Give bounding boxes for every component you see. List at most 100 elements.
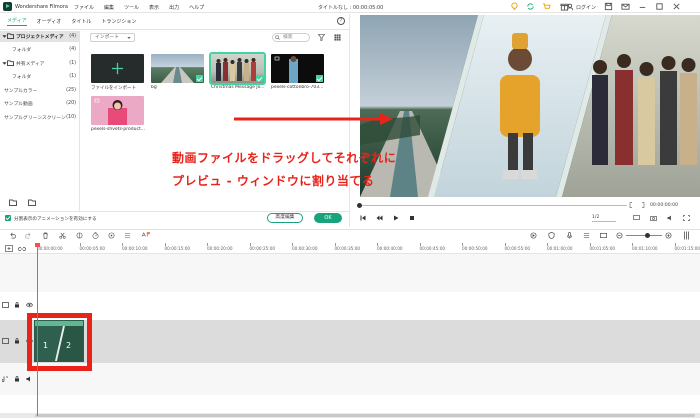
sidebar-item-sample-videos[interactable]: サンプル動画 (20) xyxy=(0,98,80,109)
sidebar-item-shared-media[interactable]: 共有メディア (1) xyxy=(0,58,80,69)
menu-export[interactable]: 出力 xyxy=(169,4,179,11)
adjust-icon[interactable] xyxy=(124,232,131,239)
minimize-icon[interactable] xyxy=(638,2,647,11)
sync-icon[interactable] xyxy=(526,2,535,11)
render-icon[interactable] xyxy=(530,232,537,239)
media-label: bg xyxy=(151,85,157,90)
import-media-tile[interactable] xyxy=(91,54,144,83)
filter-icon[interactable] xyxy=(318,34,325,41)
ruler-tick-label: 00:01:00:00 xyxy=(547,246,573,251)
zoom-slider[interactable] xyxy=(626,235,662,236)
bracket-left-icon[interactable] xyxy=(628,202,634,208)
media-label: ファイルをインポート xyxy=(91,86,136,91)
close-icon[interactable] xyxy=(672,2,681,11)
menu-help[interactable]: ヘルプ xyxy=(189,4,204,11)
ruler-tick-label: 00:00:55:00 xyxy=(504,246,531,251)
speed-icon[interactable] xyxy=(92,232,99,239)
media-thumb-shvets[interactable] xyxy=(91,96,144,125)
prev-frame-icon[interactable] xyxy=(360,215,366,221)
eye-icon[interactable] xyxy=(26,302,33,308)
import-label: インポート xyxy=(95,35,119,40)
audio-track-1[interactable] xyxy=(0,363,700,395)
grid-view-icon[interactable] xyxy=(334,34,341,41)
zoom-slider-handle[interactable] xyxy=(645,233,650,238)
volume-icon[interactable] xyxy=(667,215,674,221)
stop-icon[interactable] xyxy=(409,215,415,221)
lock-icon[interactable] xyxy=(14,302,20,308)
speaker-icon[interactable] xyxy=(26,376,33,382)
lock-icon[interactable] xyxy=(14,376,20,382)
playhead-handle[interactable] xyxy=(35,243,40,247)
folder-icon xyxy=(7,33,14,39)
tab-transitions[interactable]: トランジション xyxy=(101,18,136,25)
list-icon[interactable] xyxy=(583,232,590,239)
menu-tools[interactable]: ツール xyxy=(124,4,139,11)
tab-titles[interactable]: タイトル xyxy=(71,18,91,25)
maximize-icon[interactable] xyxy=(655,2,664,11)
ruler-tick-label: 00:00:45:00 xyxy=(419,246,446,251)
column-icon[interactable] xyxy=(683,231,690,240)
fullscreen-icon[interactable] xyxy=(683,215,690,221)
sidebar-item-project-media[interactable]: プロジェクトメディア (4) xyxy=(0,31,80,42)
link-icon[interactable] xyxy=(18,245,26,252)
media-thumb-christmas[interactable] xyxy=(209,52,266,85)
sidebar-item-sample-greenscreen[interactable]: サンプルグリーンスクリーン (10) xyxy=(0,112,80,123)
video-track-icon xyxy=(2,338,9,344)
timeline-scrollbar-thumb[interactable] xyxy=(35,414,695,417)
bracket-right-icon[interactable] xyxy=(640,202,646,208)
cut-icon[interactable] xyxy=(59,232,66,239)
video-track-2[interactable] xyxy=(0,254,700,292)
media-icon[interactable] xyxy=(600,232,607,239)
ruler-tick-mark xyxy=(589,243,591,246)
ok-button[interactable]: OK xyxy=(314,213,342,223)
video-track-2-header xyxy=(0,292,700,320)
shield-icon[interactable] xyxy=(548,232,555,239)
zoom-out-icon[interactable] xyxy=(616,232,623,239)
video-track-1[interactable] xyxy=(0,320,700,363)
folder-icon[interactable] xyxy=(28,199,36,206)
color-icon[interactable] xyxy=(76,232,83,239)
redo-icon[interactable] xyxy=(25,232,32,239)
new-folder-icon[interactable] xyxy=(9,199,17,206)
preview-seek-bar[interactable] xyxy=(359,205,627,206)
zoom-in-icon[interactable] xyxy=(665,232,672,239)
lock-icon[interactable] xyxy=(14,338,20,344)
seek-handle[interactable] xyxy=(357,203,362,208)
media-thumb-bg[interactable] xyxy=(151,54,204,83)
sidebar-item-sample-colors[interactable]: サンプルカラー (25) xyxy=(0,85,80,96)
add-track-icon[interactable] xyxy=(5,245,13,252)
user-icon[interactable] xyxy=(566,3,574,11)
save-icon[interactable] xyxy=(604,2,613,11)
login-link[interactable]: ログイン xyxy=(576,4,596,11)
tab-media[interactable]: メディア xyxy=(7,17,27,26)
tab-audio[interactable]: オーディオ xyxy=(37,18,62,25)
menu-view[interactable]: 表示 xyxy=(149,4,159,11)
sidebar-item-label: フォルダ xyxy=(12,48,32,53)
document-title: タイトルなし : 00:00:05:00 xyxy=(318,5,384,11)
sidebar-item-count: (1) xyxy=(69,74,76,79)
crop-icon[interactable] xyxy=(108,232,115,239)
monitor-icon[interactable] xyxy=(633,215,640,221)
cart-icon[interactable] xyxy=(542,2,551,11)
sidebar-item-folder[interactable]: フォルダ (4) xyxy=(0,44,80,55)
snapshot-icon[interactable] xyxy=(650,215,657,221)
menu-edit[interactable]: 編集 xyxy=(104,4,114,11)
mail-icon[interactable] xyxy=(621,2,630,11)
bulb-icon[interactable] xyxy=(510,2,519,11)
help-icon[interactable]: ? xyxy=(337,17,345,25)
undo-icon[interactable] xyxy=(9,232,16,239)
ai-new-icon[interactable] xyxy=(141,232,150,239)
preview-window[interactable] xyxy=(360,15,700,197)
delete-icon[interactable] xyxy=(42,232,49,239)
play-icon[interactable] xyxy=(393,215,399,221)
mic-icon[interactable] xyxy=(566,232,573,239)
anim-checkbox[interactable] xyxy=(5,215,11,221)
playback-ratio-dropdown[interactable]: 1/2 xyxy=(592,214,616,222)
media-thumb-cottonbro[interactable] xyxy=(271,54,324,83)
rewind-icon[interactable] xyxy=(376,215,383,221)
menu-file[interactable]: ファイル xyxy=(74,4,94,11)
import-dropdown[interactable]: インポート xyxy=(90,33,135,42)
advanced-edit-button[interactable]: 高度編集 xyxy=(267,213,303,223)
sidebar-item-folder[interactable]: フォルダ (1) xyxy=(0,71,80,82)
playhead[interactable] xyxy=(37,244,38,416)
